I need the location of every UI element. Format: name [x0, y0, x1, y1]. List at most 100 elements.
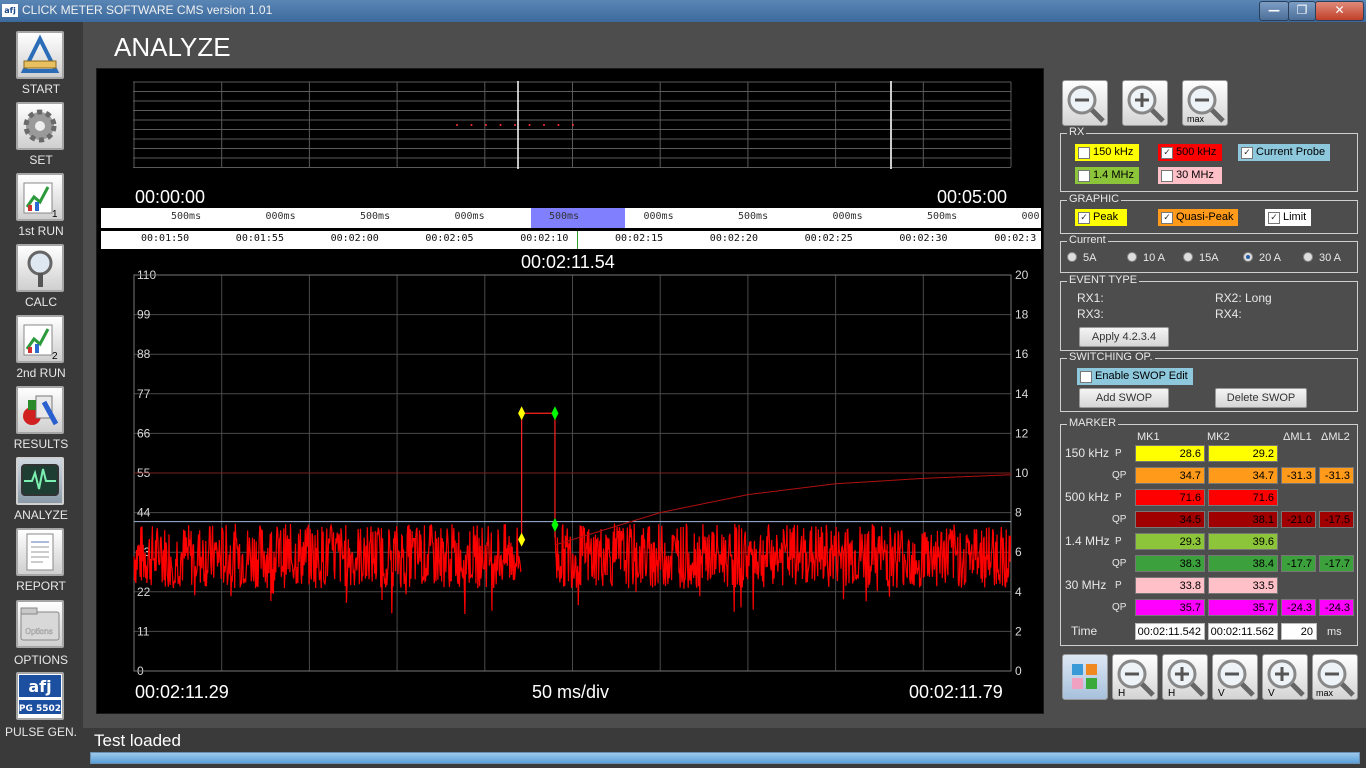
zoom-max-button[interactable]: max — [1182, 80, 1228, 126]
y-right-tick-label: 8 — [1015, 506, 1022, 520]
sidebar-item-label: CALC — [24, 295, 57, 309]
rx-label: 500 kHz — [1176, 146, 1217, 158]
marker-handle[interactable] — [551, 517, 559, 532]
y-right-tick-label: 12 — [1015, 426, 1029, 440]
sidebar-item-pulse-gen[interactable]: afj PG 5502 — [16, 672, 64, 720]
marker-mk2-cell: 29.2 — [1208, 445, 1278, 462]
current-15a-radio[interactable]: 15A — [1183, 251, 1219, 265]
sidebar-item-options[interactable]: Options — [16, 600, 64, 648]
ruler-segment: 000ms — [265, 211, 296, 222]
radio-dot — [1127, 252, 1137, 262]
grid-color-button[interactable] — [1062, 654, 1108, 700]
y-left-tick-label: 88 — [137, 347, 151, 361]
rx-group: RX 150 kHz ✓ 500 kHz ✓ Current Probe 1.4 M… — [1060, 126, 1358, 192]
zoom-out-v-button[interactable]: V — [1212, 654, 1258, 700]
graphic-quasi-peak-checkbox[interactable]: ✓ Quasi-Peak — [1158, 209, 1238, 226]
sidebar-item-label: PULSE GEN. — [4, 725, 78, 739]
marker-mk2-cell: 39.6 — [1208, 533, 1278, 550]
options-folder-icon: Options — [20, 607, 60, 641]
svg-text:max: max — [1187, 114, 1205, 124]
checkbox-box — [1078, 170, 1090, 182]
marker-handle[interactable] — [518, 406, 526, 421]
chart-start-time: 00:02:11.29 — [135, 682, 229, 702]
sidebar-item-1st-run[interactable]: 1 — [16, 173, 64, 221]
rx-150khz-checkbox[interactable]: 150 kHz — [1075, 144, 1139, 161]
marker-type-label: P — [1115, 492, 1122, 503]
ms-ruler[interactable]: 500ms 000ms 500ms 000ms 500ms 000ms 500ms 000ms… — [101, 208, 1041, 228]
event-type-group: EVENT TYPE RX1: RX2: Long RX3: RX4: Appl… — [1060, 274, 1358, 351]
marker-dml2-cell: -17.5 — [1319, 511, 1354, 528]
y-right-tick-label: 6 — [1015, 545, 1022, 559]
marker-mk2-cell: 71.6 — [1208, 489, 1278, 506]
zoom-in-v-button[interactable]: V — [1262, 654, 1308, 700]
sidebar: START SET 1 1st RUN CALC 2 2nd RUN RESUL… — [0, 22, 82, 746]
sidebar-item-start[interactable] — [16, 31, 64, 79]
time-scale: 50 ms/div — [532, 682, 610, 702]
maximize-button[interactable]: ❐ — [1288, 1, 1316, 21]
sidebar-item-calc[interactable] — [16, 244, 64, 292]
zoom-in-h-button[interactable]: H — [1162, 654, 1208, 700]
marker-band-label: 150 kHz — [1065, 446, 1110, 460]
time-ruler[interactable]: 00:01:50 00:01:55 00:02:00 00:02:05 00:02:10… — [101, 231, 1041, 249]
marker-handle[interactable] — [518, 532, 526, 547]
time-mk2: 00:02:11.562 — [1208, 623, 1278, 640]
add-swop-button[interactable]: Add SWOP — [1079, 388, 1169, 408]
zoom-out-button[interactable] — [1062, 80, 1108, 126]
checkbox-box: ✓ — [1161, 147, 1173, 159]
graphic-label: Peak — [1093, 211, 1119, 223]
current-10a-radio[interactable]: 10 A — [1127, 251, 1165, 265]
radio-label: 30 A — [1319, 252, 1342, 264]
graphic-limit-checkbox[interactable]: ✓ Limit — [1265, 209, 1311, 226]
ruler-triangle-icon — [20, 34, 60, 73]
current-20a-radio[interactable]: 20 A — [1243, 251, 1281, 265]
y-left-tick-label: 11 — [137, 624, 150, 638]
time-delta[interactable]: 20 — [1281, 623, 1317, 640]
sidebar-item-2nd-run[interactable]: 2 — [16, 315, 64, 363]
window-title: CLICK METER SOFTWARE CMS version 1.01 — [22, 3, 273, 17]
sidebar-item-results[interactable] — [16, 386, 64, 434]
apply-button[interactable]: Apply 4.2.3.4 — [1079, 327, 1169, 347]
sidebar-item-report[interactable] — [16, 528, 64, 576]
sidebar-item-label: REPORT — [16, 579, 66, 593]
graphic-peak-checkbox[interactable]: ✓ Peak — [1075, 209, 1127, 226]
minimize-button[interactable]: — — [1259, 1, 1289, 21]
grid-color-icon — [1072, 664, 1097, 689]
rx-1-4mhz-checkbox[interactable]: 1.4 MHz — [1075, 167, 1139, 184]
zoom-in-h-icon: H — [1167, 659, 1205, 699]
overview-strip[interactable] — [133, 81, 1013, 177]
delete-swop-button[interactable]: Delete SWOP — [1215, 388, 1307, 408]
signal-plot[interactable]: 011223344556677889911002468101214161820 — [97, 269, 1043, 679]
progress-bar — [90, 752, 1360, 764]
marker-type-label: QP — [1112, 602, 1127, 613]
sidebar-item-analyze[interactable] — [16, 457, 64, 505]
y-left-tick-label: 99 — [137, 308, 151, 322]
radio-label: 15A — [1199, 252, 1219, 264]
rx-500khz-checkbox[interactable]: ✓ 500 kHz — [1158, 144, 1222, 161]
radio-label: 20 A — [1259, 252, 1282, 264]
switching-group: SWITCHING OP. Enable SWOP Edit Add SWOP … — [1060, 351, 1358, 412]
graphic-group: GRAPHIC ✓ Peak ✓ Quasi-Peak ✓ Limit — [1060, 193, 1358, 234]
marker-band-label: 500 kHz — [1065, 490, 1110, 504]
radio-dot — [1183, 252, 1193, 262]
zoom-out-h-button[interactable]: H — [1112, 654, 1158, 700]
marker-handle[interactable] — [551, 406, 559, 421]
app-logo-icon: afj — [2, 4, 18, 17]
current-5a-radio[interactable]: 5A — [1067, 251, 1096, 265]
heartbeat-monitor-icon — [21, 464, 59, 496]
marker-mk1-cell: 34.5 — [1135, 511, 1205, 528]
svg-text:afj: afj — [28, 677, 51, 696]
overview-start-time: 00:00:00 — [135, 187, 206, 207]
ruler-time: 00:01:50 — [141, 233, 190, 244]
rx-30mhz-checkbox[interactable]: 30 MHz — [1158, 167, 1222, 184]
zoom-in-button[interactable] — [1122, 80, 1168, 126]
current-30a-radio[interactable]: 30 A — [1303, 251, 1341, 265]
rx-current-probe-checkbox[interactable]: ✓ Current Probe — [1238, 144, 1330, 161]
sidebar-item-set[interactable] — [16, 102, 64, 150]
zoom-max-v-button[interactable]: max — [1312, 654, 1358, 700]
enable-swop-checkbox[interactable]: Enable SWOP Edit — [1077, 368, 1193, 385]
ruler-segment: 500ms — [360, 211, 391, 222]
close-button[interactable]: ✕ — [1315, 1, 1364, 21]
run-chart-icon: 2 — [23, 324, 58, 362]
ruler-time: 00:01:55 — [235, 233, 284, 244]
overview-event-dot — [557, 124, 560, 126]
